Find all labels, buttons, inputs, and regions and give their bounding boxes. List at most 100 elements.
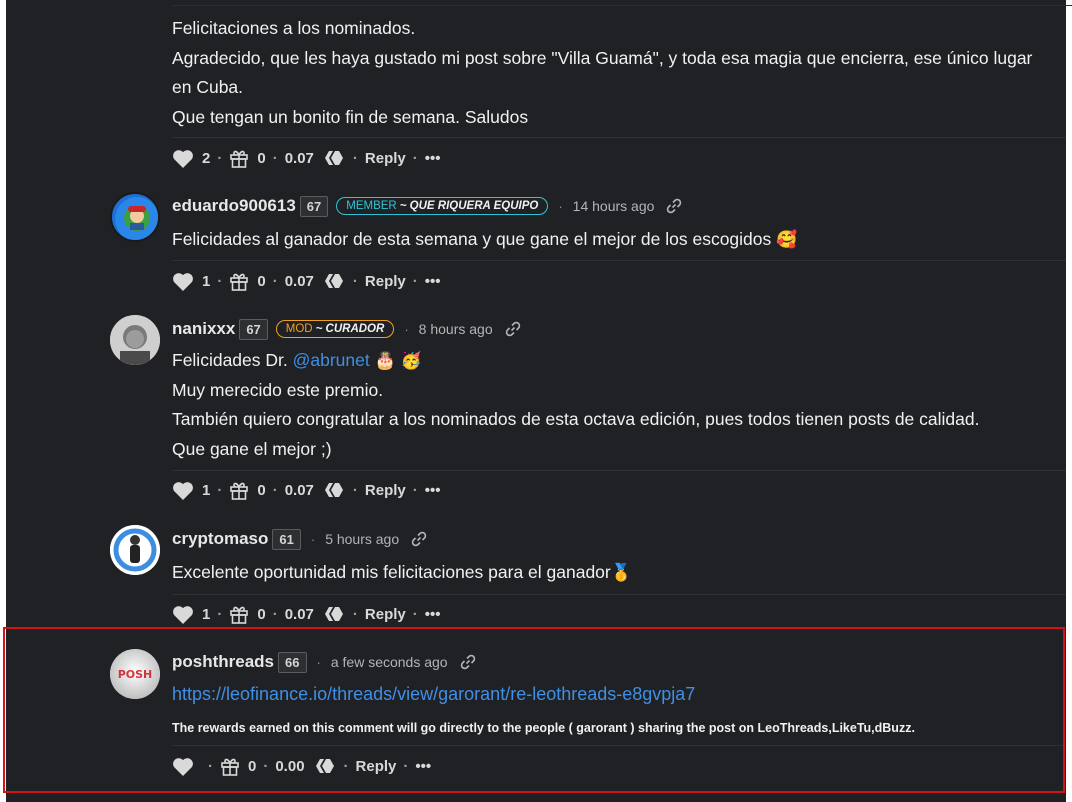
gift-button[interactable]: [229, 480, 249, 500]
comment-line: Muy merecido este premio.: [172, 379, 384, 400]
upvote-button[interactable]: [172, 757, 194, 776]
avatar[interactable]: [110, 315, 160, 365]
comment-body: Felicitaciones a los nominados. Agradeci…: [172, 14, 1052, 132]
heart-icon: [173, 757, 193, 776]
divider: [172, 745, 1066, 746]
divider: [172, 5, 1072, 6]
gift-icon: [221, 758, 239, 776]
reply-button[interactable]: Reply: [365, 150, 406, 167]
reward-note: The rewards earned on this comment will …: [172, 721, 915, 735]
avatar-logo-text: POSH: [118, 668, 153, 681]
upvote-button[interactable]: [172, 149, 194, 168]
divider: [172, 470, 1066, 471]
divider: [172, 594, 1066, 595]
more-button[interactable]: •••: [425, 482, 441, 499]
divider: [172, 137, 1066, 138]
gift-count: 0: [248, 757, 257, 775]
vote-count: 1: [202, 481, 211, 499]
payout-value[interactable]: 0.00: [275, 758, 304, 775]
comment-header: nanixxx 67 MOD ~ CURADOR · 8 hours ago: [172, 316, 521, 342]
more-button[interactable]: •••: [425, 606, 441, 623]
role-badge: MEMBER ~ QUE RIQUERA EQUIPO: [336, 197, 549, 215]
username[interactable]: poshthreads: [172, 652, 274, 672]
link-icon[interactable]: [460, 654, 476, 670]
vote-count: 1: [202, 605, 211, 623]
gift-icon: [230, 150, 249, 168]
reply-button[interactable]: Reply: [365, 606, 406, 623]
comment-line: Agradecido, que les haya gustado mi post…: [172, 47, 1033, 98]
link-icon[interactable]: [666, 198, 682, 214]
comment-header: eduardo900613 67 MEMBER ~ QUE RIQUERA EQ…: [172, 193, 682, 219]
timestamp[interactable]: 14 hours ago: [573, 198, 655, 214]
avatar[interactable]: POSH: [110, 649, 160, 699]
upvote-button[interactable]: [172, 481, 194, 500]
payout-value[interactable]: 0.07: [285, 482, 314, 499]
hive-icon: [324, 149, 346, 167]
payout-value[interactable]: 0.07: [285, 150, 314, 167]
heart-icon: [173, 272, 193, 291]
gift-count: 0: [257, 149, 266, 167]
comment-actions: 2 · 0 · 0.07 · Reply · •••: [172, 146, 441, 170]
hive-icon: [324, 481, 346, 499]
comment-line: Que gane el mejor ;): [172, 438, 332, 459]
avatar[interactable]: [110, 525, 160, 575]
gift-count: 0: [257, 605, 266, 623]
comment-actions: · 0 · 0.00 · Reply · •••: [172, 754, 431, 778]
hive-icon: [324, 272, 346, 290]
gift-count: 0: [257, 272, 266, 290]
mention-link[interactable]: @abrunet: [293, 350, 370, 370]
hive-icon: [315, 757, 337, 775]
emoji: 🥇: [610, 563, 632, 582]
more-button[interactable]: •••: [415, 758, 431, 775]
more-button[interactable]: •••: [425, 273, 441, 290]
thread-link[interactable]: https://leofinance.io/threads/view/garor…: [172, 680, 1052, 710]
reputation-badge: 67: [299, 195, 329, 217]
username[interactable]: nanixxx: [172, 319, 235, 339]
heart-icon: [173, 605, 193, 624]
heart-icon: [173, 149, 193, 168]
gift-button[interactable]: [229, 148, 249, 168]
timestamp[interactable]: 8 hours ago: [419, 321, 493, 337]
divider: [172, 260, 1066, 261]
username[interactable]: eduardo900613: [172, 196, 296, 216]
reputation-badge: 61: [272, 528, 301, 550]
upvote-button[interactable]: [172, 272, 194, 291]
emoji: 🎂 🥳: [374, 351, 422, 370]
reputation-badge: 66: [278, 651, 307, 673]
avatar[interactable]: [110, 192, 160, 242]
username[interactable]: cryptomaso: [172, 529, 268, 549]
gift-icon: [230, 273, 249, 291]
comment-header: poshthreads 66 · a few seconds ago: [172, 649, 476, 675]
reply-button[interactable]: Reply: [365, 273, 406, 290]
comment-body: Excelente oportunidad mis felicitaciones…: [172, 558, 1052, 588]
link-icon[interactable]: [411, 531, 427, 547]
gift-icon: [230, 482, 249, 500]
comment-line: Felicidades Dr. @abrunet 🎂 🥳: [172, 350, 422, 370]
gift-icon: [230, 606, 249, 624]
gift-button[interactable]: [229, 271, 249, 291]
comment-line: Felicitaciones a los nominados.: [172, 18, 416, 38]
role-badge: MOD ~ CURADOR: [275, 320, 395, 338]
hive-icon: [324, 605, 346, 623]
more-button[interactable]: •••: [425, 150, 441, 167]
reply-button[interactable]: Reply: [356, 758, 397, 775]
payout-value[interactable]: 0.07: [285, 606, 314, 623]
gift-button[interactable]: [229, 604, 249, 624]
upvote-button[interactable]: [172, 605, 194, 624]
reputation-badge: 67: [239, 318, 268, 340]
reply-button[interactable]: Reply: [365, 482, 406, 499]
heart-icon: [173, 481, 193, 500]
timestamp[interactable]: a few seconds ago: [331, 654, 448, 670]
comment-text: Excelente oportunidad mis felicitaciones…: [172, 562, 611, 582]
comment-body: Felicidades al ganador de esta semana y …: [172, 225, 1052, 255]
comment-actions: 1 · 0 · 0.07 · Reply · •••: [172, 478, 441, 502]
comment-actions: 1 · 0 · 0.07 · Reply · •••: [172, 269, 441, 293]
comment-line: También quiero congratular a los nominad…: [172, 409, 980, 429]
vote-count: 2: [202, 149, 211, 167]
timestamp[interactable]: 5 hours ago: [325, 531, 399, 547]
comment-header: cryptomaso 61 · 5 hours ago: [172, 526, 427, 552]
gift-button[interactable]: [220, 756, 240, 776]
payout-value[interactable]: 0.07: [285, 273, 314, 290]
link-icon[interactable]: [505, 321, 521, 337]
emoji: 🥰: [776, 230, 798, 249]
